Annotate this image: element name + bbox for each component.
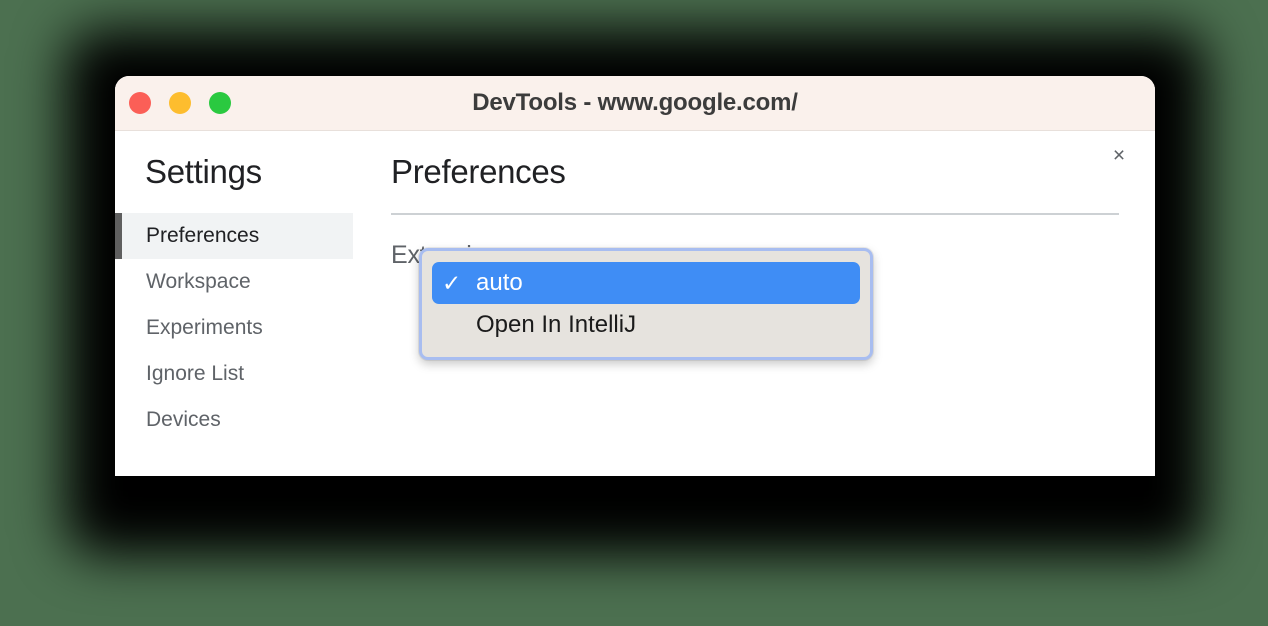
settings-main-panel: Preferences Extension Link handling: ✓ a…: [353, 131, 1155, 476]
sidebar-item-experiments[interactable]: Experiments: [115, 305, 353, 351]
link-handling-select-menu[interactable]: ✓ auto ✓ Open In IntelliJ: [419, 248, 873, 360]
sidebar-item-devices[interactable]: Devices: [115, 397, 353, 443]
settings-sidebar: Settings Preferences Workspace Experimen…: [115, 131, 353, 476]
sidebar-item-label: Experiments: [146, 316, 263, 339]
dropdown-option-label: auto: [476, 269, 523, 296]
dropdown-option-label: Open In IntelliJ: [476, 311, 637, 338]
sidebar-item-label: Devices: [146, 408, 221, 431]
sidebar-item-label: Ignore List: [146, 362, 245, 385]
sidebar-item-label: Workspace: [146, 270, 251, 293]
sidebar-item-ignore-list[interactable]: Ignore List: [115, 351, 353, 397]
page-title: Preferences: [391, 153, 566, 190]
sidebar-item-preferences[interactable]: Preferences: [115, 213, 353, 259]
close-window-button[interactable]: [129, 92, 151, 114]
checkmark-placeholder-icon: ✓: [442, 314, 476, 337]
window-titlebar: DevTools - www.google.com/: [115, 76, 1155, 131]
minimize-window-button[interactable]: [169, 92, 191, 114]
dropdown-option-auto[interactable]: ✓ auto: [432, 262, 860, 304]
dropdown-option-open-in-intellij[interactable]: ✓ Open In IntelliJ: [432, 304, 860, 346]
title-divider: [391, 213, 1119, 215]
devtools-window: DevTools - www.google.com/ × Settings Pr…: [115, 76, 1155, 476]
sidebar-item-workspace[interactable]: Workspace: [115, 259, 353, 305]
traffic-light-controls: [129, 76, 231, 130]
sidebar-item-label: Preferences: [146, 224, 260, 247]
maximize-window-button[interactable]: [209, 92, 231, 114]
checkmark-icon: ✓: [442, 269, 462, 296]
window-title: DevTools - www.google.com/: [472, 89, 798, 116]
sidebar-title: Settings: [145, 153, 262, 190]
settings-dialog: × Settings Preferences Workspace Experim…: [115, 131, 1155, 476]
